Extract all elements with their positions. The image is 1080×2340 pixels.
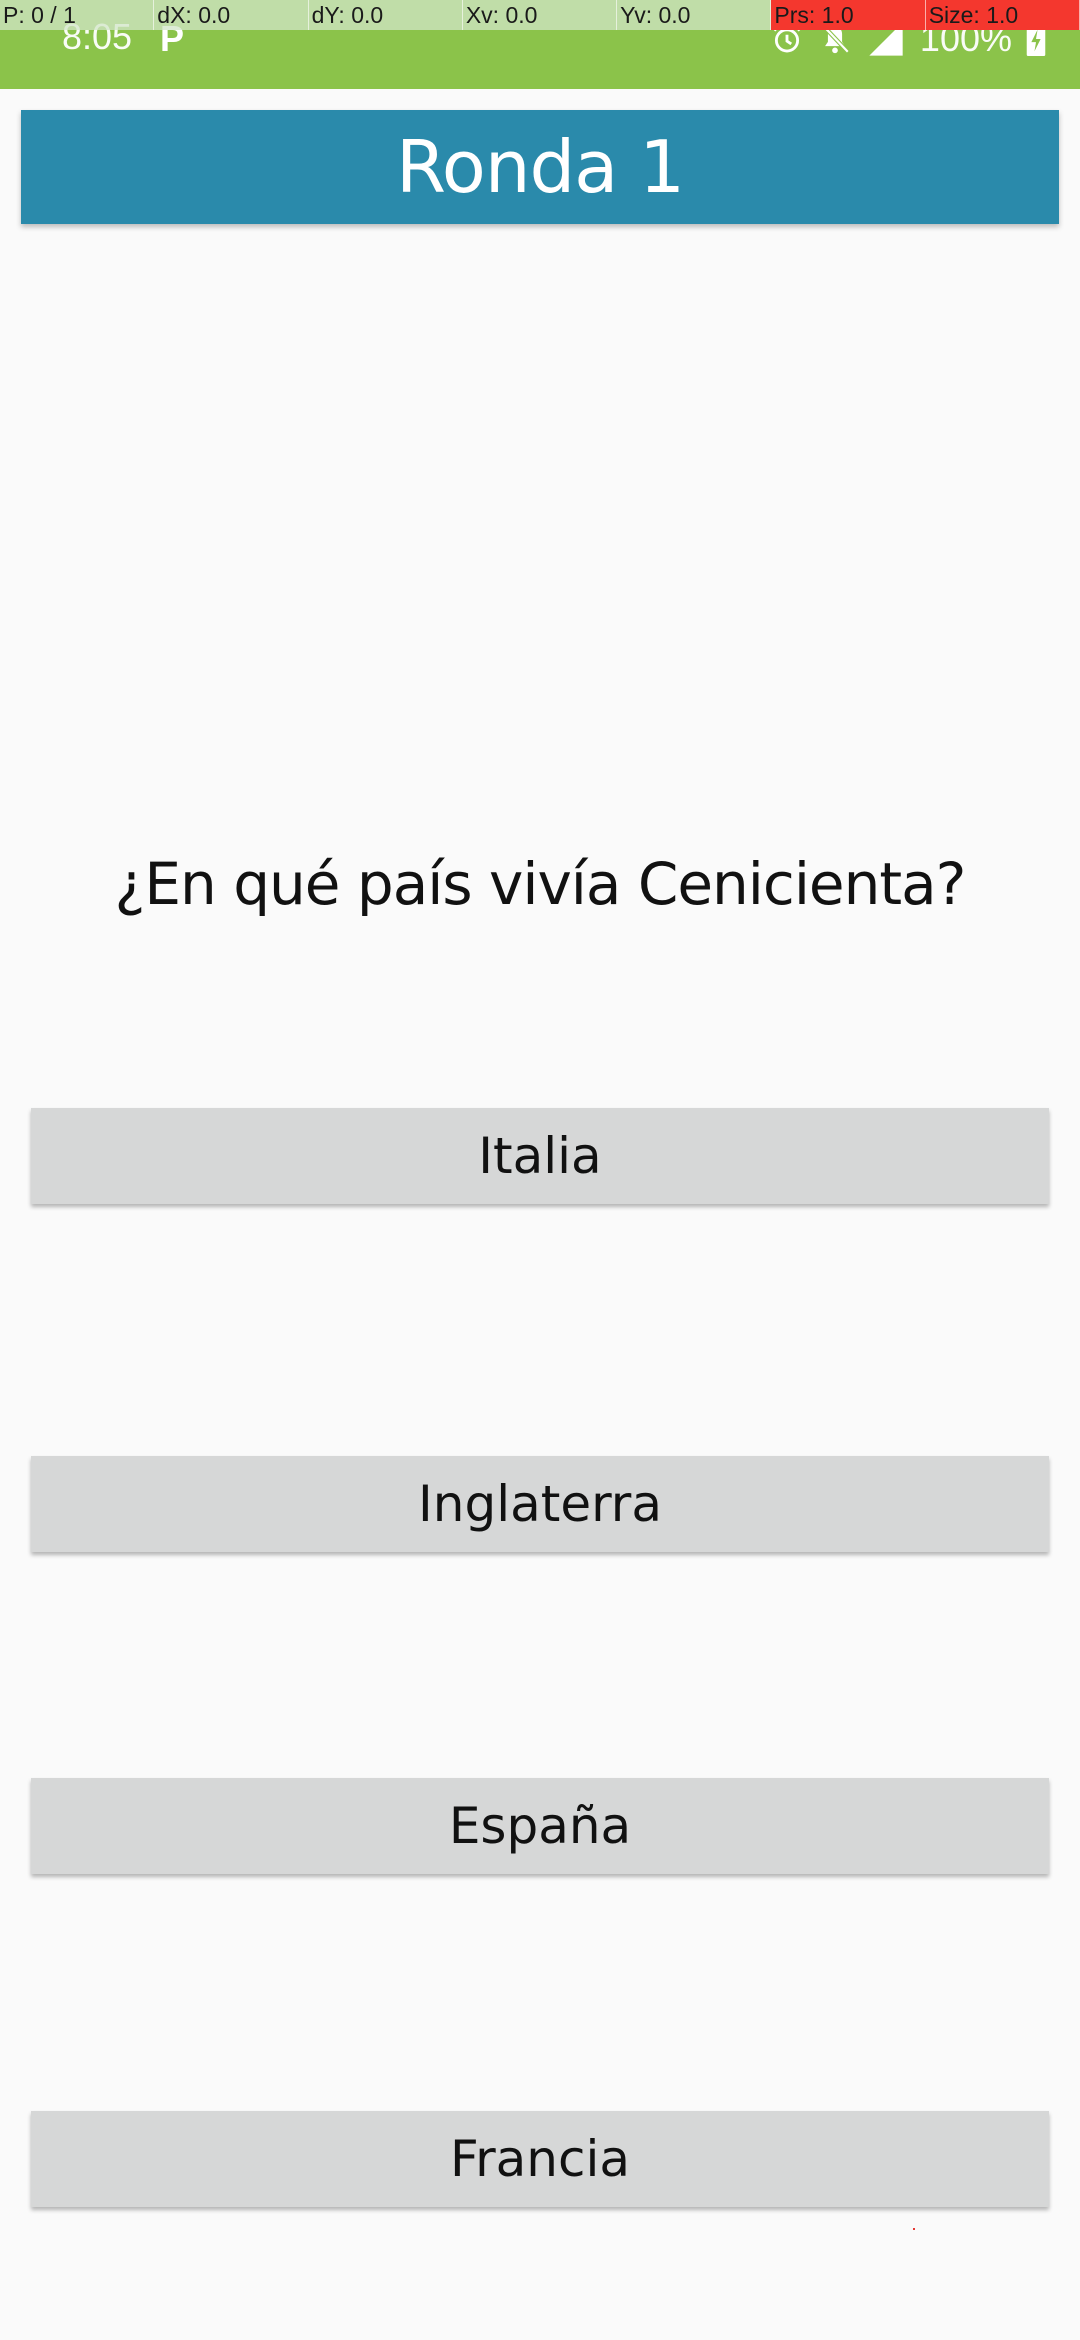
answer-button-italia[interactable]: Italia (31, 1108, 1049, 1204)
pointer-dx: dX: 0.0 (154, 0, 309, 30)
pointer-dy: dY: 0.0 (308, 0, 463, 30)
answer-button-espana[interactable]: España (31, 1778, 1049, 1874)
round-title: Ronda 1 (396, 125, 685, 209)
answer-button-inglaterra[interactable]: Inglaterra (31, 1456, 1049, 1552)
answer-button-francia[interactable]: Francia (31, 2111, 1049, 2207)
pointer-xv: Xv: 0.0 (462, 0, 618, 30)
pointer-size: Size: 1.0 (925, 0, 1080, 30)
round-header: Ronda 1 (21, 110, 1059, 224)
pointer-pressure: Prs: 1.0 (771, 0, 926, 30)
pointer-yv: Yv: 0.0 (617, 0, 772, 30)
touch-indicator-dot (913, 2228, 915, 2230)
pointer-location-overlay: P: 0 / 1 dX: 0.0 dY: 0.0 Xv: 0.0 Yv: 0.0… (0, 0, 1080, 30)
pointer-count: P: 0 / 1 (0, 0, 155, 30)
question-text: ¿En qué país vivía Cenicienta? (114, 850, 967, 918)
